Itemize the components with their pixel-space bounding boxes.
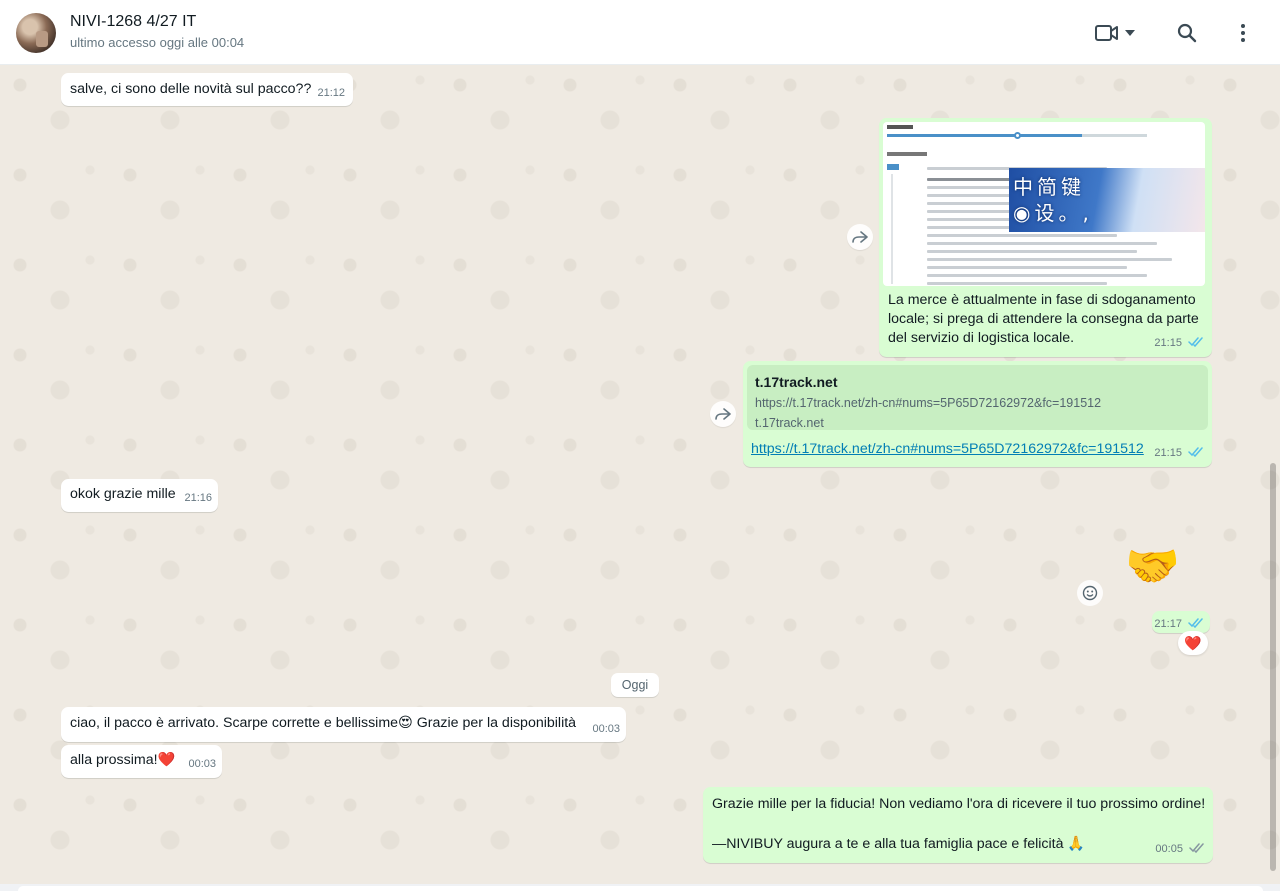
chat-scrollbar[interactable] — [1270, 463, 1276, 871]
forward-button[interactable] — [710, 401, 736, 427]
message-text-line-2: —NIVIBUY augura a te e alla tua famiglia… — [712, 836, 1086, 852]
message-text: ciao, il pacco è arrivato. Scarpe corret… — [70, 715, 577, 731]
outgoing-message[interactable]: Grazie mille per la fiducia! Non vediamo… — [703, 787, 1213, 863]
react-button[interactable] — [1077, 580, 1103, 606]
message-time: 00:05 — [1155, 840, 1205, 859]
link-preview-url: https://t.17track.net/zh-cn#nums=5P65D72… — [755, 396, 1102, 410]
outgoing-link-message[interactable]: t.17track.net https://t.17track.net/zh-c… — [743, 361, 1212, 467]
contact-name[interactable]: NIVI-1268 4/27 IT — [70, 13, 196, 31]
chat-header: NIVI-1268 4/27 IT ultimo accesso oggi al… — [0, 0, 1280, 65]
message-list[interactable]: salve, ci sono delle novità sul pacco?? … — [0, 65, 1280, 885]
message-time: 00:03 — [188, 758, 216, 770]
link-preview-domain: t.17track.net — [755, 416, 824, 430]
message-time: 21:12 — [317, 87, 345, 99]
sticker-timestamp: 21:17 — [1152, 611, 1210, 633]
incoming-message[interactable]: ciao, il pacco è arrivato. Scarpe corret… — [61, 707, 626, 742]
menu-button[interactable] — [1227, 17, 1259, 49]
contact-avatar[interactable] — [16, 13, 56, 53]
read-ticks-icon — [1188, 447, 1203, 457]
video-call-button[interactable] — [1092, 17, 1138, 49]
read-ticks-icon — [1188, 337, 1203, 347]
heart-reaction: ❤️ — [1184, 635, 1202, 651]
link-preview-card[interactable]: t.17track.net https://t.17track.net/zh-c… — [747, 365, 1208, 430]
chevron-down-icon — [1125, 30, 1135, 36]
message-composer — [0, 884, 1280, 891]
forward-button[interactable] — [847, 224, 873, 250]
date-divider: Oggi — [611, 673, 659, 697]
message-time: 21:15 — [1154, 334, 1204, 353]
message-time: 21:16 — [184, 492, 212, 504]
message-text-line-1: Grazie mille per la fiducia! Non vediamo… — [712, 796, 1206, 812]
handshake-sticker[interactable]: 🤝 — [1125, 539, 1180, 595]
search-icon — [1177, 23, 1197, 43]
banner-characters: 中简键 ◉设。, — [1013, 175, 1093, 225]
outgoing-image-message[interactable]: 中简键 ◉设。, La merce è attualmente in fase … — [879, 118, 1212, 357]
forward-icon — [852, 231, 868, 243]
message-time: 00:03 — [592, 723, 620, 735]
search-button[interactable] — [1171, 17, 1203, 49]
incoming-message[interactable]: salve, ci sono delle novità sul pacco?? … — [61, 73, 353, 106]
menu-icon — [1241, 24, 1245, 42]
delivered-ticks-icon — [1189, 843, 1204, 853]
message-link[interactable]: https://t.17track.net/zh-cn#nums=5P65D72… — [751, 440, 1144, 459]
message-text: salve, ci sono delle novità sul pacco?? — [70, 81, 312, 97]
message-text: alla prossima!❤️ — [70, 752, 176, 768]
incoming-message[interactable]: alla prossima!❤️ 00:03 — [61, 745, 222, 778]
read-ticks-icon — [1188, 618, 1203, 628]
tracking-screenshot-image[interactable]: 中简键 ◉设。, — [883, 122, 1205, 286]
message-input[interactable] — [18, 886, 1263, 891]
link-preview-title: t.17track.net — [755, 374, 838, 390]
incoming-message[interactable]: okok grazie mille 21:16 — [61, 479, 218, 512]
emoji-icon — [1082, 585, 1098, 601]
video-call-icon — [1095, 25, 1118, 41]
forward-icon — [715, 408, 731, 420]
message-text: okok grazie mille — [70, 486, 176, 502]
anime-banner-image: 中简键 ◉设。, — [1009, 168, 1205, 232]
contact-last-seen: ultimo accesso oggi alle 00:04 — [70, 35, 245, 50]
message-time: 21:15 — [1154, 444, 1204, 463]
reaction-badge[interactable]: ❤️ — [1178, 631, 1208, 655]
